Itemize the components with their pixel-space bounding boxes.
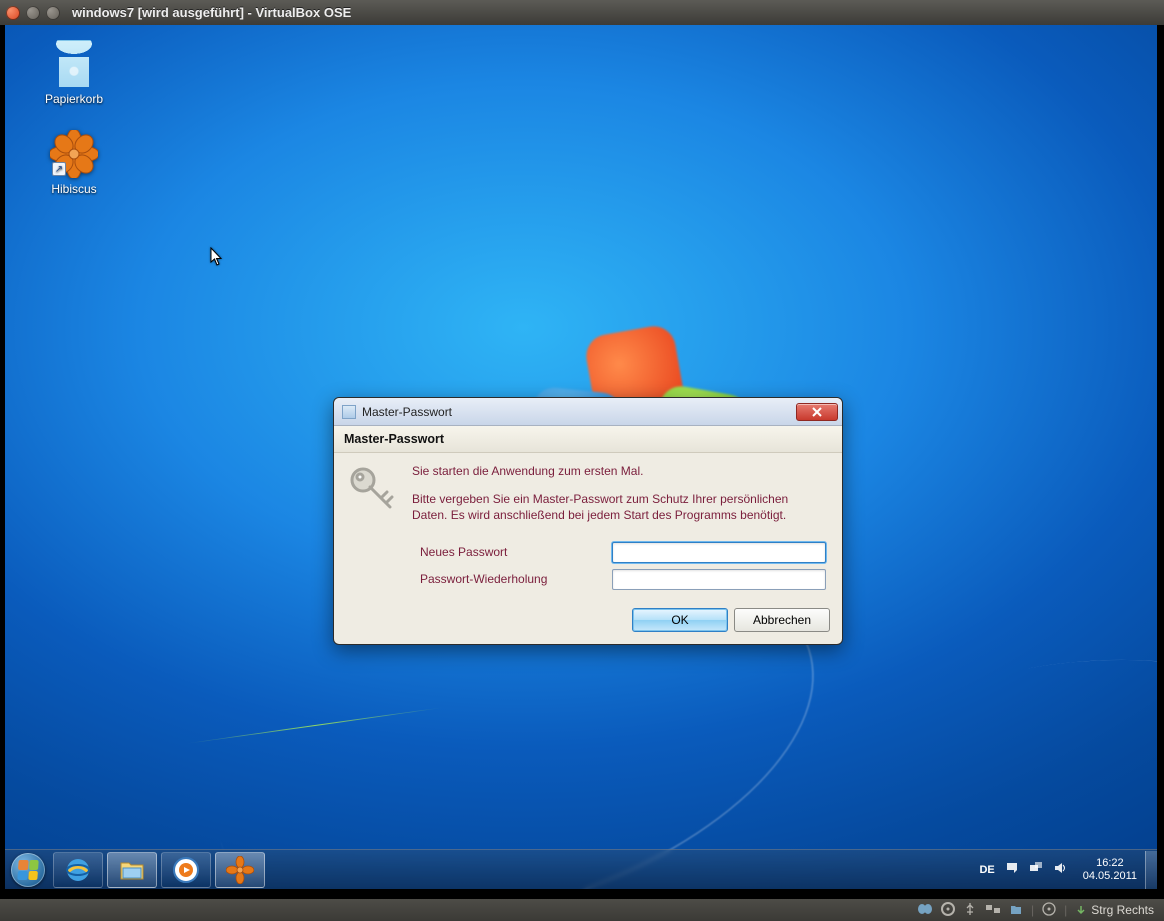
vb-shared-folders-icon[interactable] — [1009, 902, 1023, 919]
clock-date: 04.05.2011 — [1083, 870, 1137, 883]
hibiscus-icon: ↗ — [50, 130, 98, 178]
guest-desktop[interactable]: Papierkorb ↗ Hibiscus — [5, 25, 1157, 889]
start-button[interactable] — [5, 850, 51, 890]
system-tray: DE 16:22 04.05.2011 — [971, 857, 1145, 882]
dialog-close-button[interactable] — [796, 403, 838, 421]
vb-optical-icon[interactable] — [941, 902, 955, 919]
internet-explorer-icon — [64, 856, 92, 884]
host-close-button[interactable] — [6, 6, 20, 20]
desktop-icon-hibiscus[interactable]: ↗ Hibiscus — [35, 130, 113, 196]
separator: | — [1064, 903, 1067, 917]
host-window-titlebar: windows7 [wird ausgeführt] - VirtualBox … — [0, 0, 1164, 25]
dialog-titlebar[interactable]: Master-Passwort — [334, 398, 842, 426]
media-player-icon — [172, 856, 200, 884]
dialog-title-text: Master-Passwort — [362, 405, 796, 419]
desktop-icon-label: Hibiscus — [51, 182, 96, 196]
close-icon — [811, 407, 823, 417]
shortcut-arrow-icon: ↗ — [52, 162, 66, 176]
action-center-icon[interactable] — [1005, 861, 1019, 878]
host-window-title: windows7 [wird ausgeführt] - VirtualBox … — [72, 5, 351, 20]
dialog-app-icon — [342, 405, 356, 419]
clock-time: 16:22 — [1096, 857, 1124, 870]
taskbar-pinned-media-player[interactable] — [161, 852, 211, 888]
taskbar-running-hibiscus[interactable] — [215, 852, 265, 888]
desktop-icon-recycle-bin[interactable]: Papierkorb — [35, 40, 113, 106]
background-wisp — [694, 609, 1157, 889]
vb-usb-icon[interactable] — [963, 902, 977, 919]
background-wisp — [186, 707, 444, 744]
windows-start-icon — [11, 853, 45, 887]
hibiscus-icon — [226, 856, 254, 884]
dialog-message-line1: Sie starten die Anwendung zum ersten Mal… — [412, 463, 826, 479]
file-explorer-icon — [118, 856, 146, 884]
recycle-bin-icon — [50, 40, 98, 88]
network-icon[interactable] — [1029, 861, 1043, 878]
dialog-message-line2: Bitte vergeben Sie ein Master-Passwort z… — [412, 491, 826, 523]
vb-mouse-integration-icon[interactable] — [1042, 902, 1056, 919]
desktop-icon-label: Papierkorb — [45, 92, 103, 106]
vb-hdd-icon[interactable] — [917, 902, 933, 919]
key-icon — [346, 463, 400, 517]
taskbar-clock[interactable]: 16:22 04.05.2011 — [1077, 857, 1143, 882]
master-password-dialog: Master-Passwort Master-Passwort Sie star… — [333, 397, 843, 645]
show-desktop-button[interactable] — [1145, 851, 1157, 889]
new-password-input[interactable] — [612, 542, 826, 563]
virtualbox-status-bar: | | Strg Rechts — [0, 899, 1164, 921]
repeat-password-input[interactable] — [612, 569, 826, 590]
arrow-down-icon — [1075, 904, 1087, 916]
new-password-label: Neues Passwort — [420, 545, 600, 559]
vb-network-icon[interactable] — [985, 902, 1001, 919]
volume-icon[interactable] — [1053, 861, 1067, 878]
vb-host-key-text: Strg Rechts — [1091, 903, 1154, 917]
ok-button[interactable]: OK — [632, 608, 728, 632]
mouse-cursor-icon — [210, 247, 224, 267]
host-minimize-button[interactable] — [26, 6, 40, 20]
dialog-heading: Master-Passwort — [334, 426, 842, 453]
separator: | — [1031, 903, 1034, 917]
input-language-indicator[interactable]: DE — [979, 864, 994, 876]
taskbar-pinned-ie[interactable] — [53, 852, 103, 888]
cancel-button[interactable]: Abbrechen — [734, 608, 830, 632]
host-maximize-button[interactable] — [46, 6, 60, 20]
vb-host-key-indicator[interactable]: Strg Rechts — [1075, 903, 1154, 917]
repeat-password-label: Passwort-Wiederholung — [420, 572, 600, 586]
virtual-machine-viewport: Papierkorb ↗ Hibiscus — [0, 25, 1164, 899]
taskbar: DE 16:22 04.05.2011 — [5, 849, 1157, 889]
taskbar-pinned-explorer[interactable] — [107, 852, 157, 888]
